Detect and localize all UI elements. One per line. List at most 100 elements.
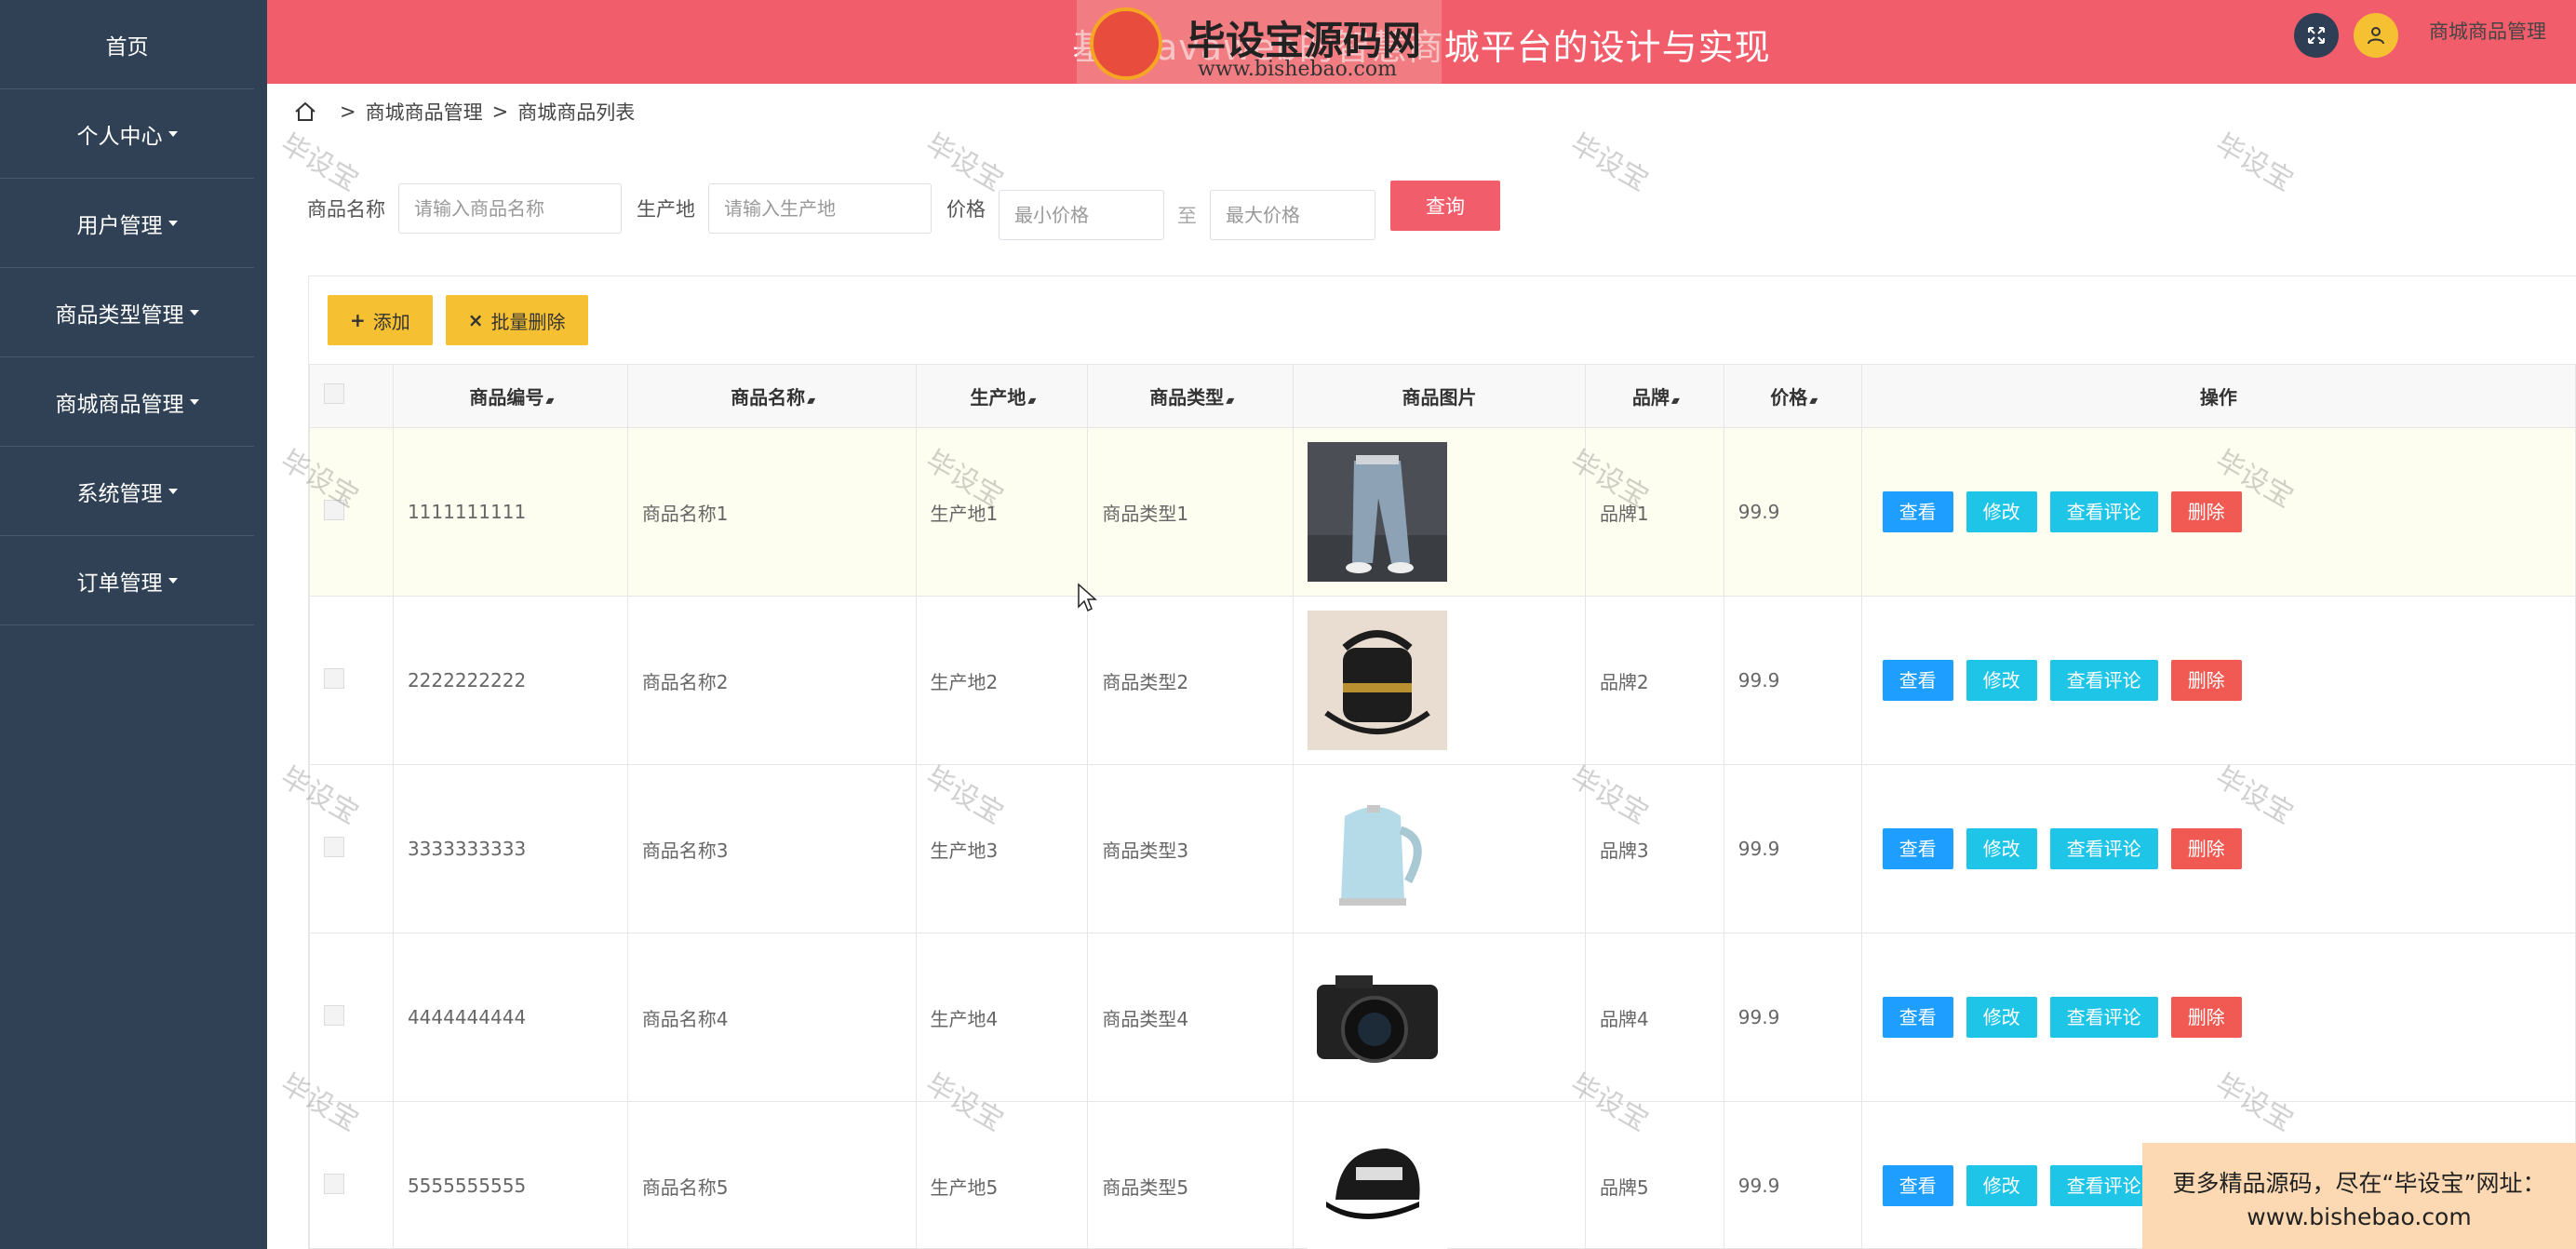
product-image-cell	[1293, 933, 1586, 1102]
close-icon: ×	[467, 309, 484, 331]
batch-delete-button[interactable]: × 批量删除	[445, 295, 588, 345]
breadcrumb-separator: >	[491, 101, 509, 123]
caret-down-icon	[189, 309, 199, 316]
table-row: 2222222222 商品名称2 生产地2 商品类型2 品牌2 99.9 查看 …	[309, 596, 2576, 765]
home-icon[interactable]	[293, 101, 317, 123]
product-price: 99.9	[1723, 1101, 1862, 1249]
sidebar-item-label: 个人中心	[76, 124, 163, 149]
view-button[interactable]: 查看	[1882, 660, 1953, 701]
watermark-seal	[1090, 7, 1162, 80]
fullscreen-button[interactable]	[2294, 13, 2339, 58]
product-code: 5555555555	[392, 1101, 628, 1249]
delete-button[interactable]: 删除	[2170, 828, 2242, 869]
watermark-logo-url: www.bishebao.com	[1198, 58, 1397, 81]
product-code: 3333333333	[392, 764, 628, 933]
product-type: 商品类型3	[1087, 764, 1295, 933]
row-select-cell	[309, 764, 394, 933]
sidebar-item-mall-product-management[interactable]: 商城商品管理	[0, 357, 254, 447]
column-header-name[interactable]: 商品名称	[626, 364, 917, 428]
table-toolbar: + 添加 × 批量删除	[328, 295, 588, 345]
product-origin: 生产地4	[915, 933, 1089, 1102]
edit-button[interactable]: 修改	[1966, 660, 2037, 701]
delete-button[interactable]: 删除	[2170, 491, 2242, 532]
product-image-cell	[1293, 596, 1586, 765]
user-icon	[2368, 27, 2384, 45]
sidebar-item-personal-center[interactable]: 个人中心	[0, 89, 254, 179]
product-name: 商品名称3	[626, 764, 917, 933]
column-header-code[interactable]: 商品编号	[392, 364, 628, 428]
delete-button[interactable]: 删除	[2170, 997, 2242, 1038]
row-select-cell	[309, 933, 394, 1102]
sidebar-item-label: 系统管理	[76, 481, 163, 506]
sidebar-item-system-management[interactable]: 系统管理	[0, 447, 254, 536]
expand-icon	[2308, 27, 2325, 44]
edit-button[interactable]: 修改	[1966, 997, 2037, 1038]
add-button[interactable]: + 添加	[328, 295, 433, 345]
breadcrumb-item[interactable]: 商城商品管理	[366, 98, 483, 126]
row-select-cell	[309, 1101, 394, 1249]
view-comments-button[interactable]: 查看评论	[2049, 997, 2158, 1038]
caret-down-icon	[168, 220, 178, 226]
query-button[interactable]: 查询	[1390, 181, 1500, 231]
view-button[interactable]: 查看	[1882, 491, 1953, 532]
product-name-label: 商品名称	[307, 198, 385, 221]
delete-button[interactable]: 删除	[2170, 660, 2242, 701]
view-comments-button[interactable]: 查看评论	[2049, 491, 2158, 532]
caret-down-icon	[168, 577, 178, 584]
product-image-cell	[1293, 764, 1586, 933]
origin-input[interactable]	[708, 183, 932, 234]
range-separator: 至	[1177, 205, 1197, 227]
min-price-input[interactable]	[999, 190, 1164, 240]
view-button[interactable]: 查看	[1882, 997, 1953, 1038]
table-row: 1111111111 商品名称1 生产地1 商品类型1 品牌1 99.9 查看 …	[309, 427, 2576, 597]
bag-image	[1308, 611, 1448, 750]
column-header-actions: 操作	[1860, 364, 2576, 428]
sidebar-item-label: 商品类型管理	[55, 302, 184, 328]
sidebar-item-user-management[interactable]: 用户管理	[0, 179, 254, 268]
actions-cell: 查看修改查看评论删除	[1860, 427, 2576, 597]
product-type: 商品类型4	[1087, 933, 1295, 1102]
row-checkbox[interactable]	[324, 836, 344, 857]
add-button-label: 添加	[372, 310, 410, 333]
row-checkbox[interactable]	[324, 1173, 344, 1194]
product-name-input[interactable]	[398, 183, 622, 234]
promo-banner[interactable]: 更多精品源码，尽在“毕设宝”网址： www.bishebao.com	[2142, 1143, 2576, 1249]
product-type: 商品类型1	[1087, 427, 1295, 597]
caret-down-icon	[168, 488, 178, 494]
product-brand: 品牌3	[1584, 764, 1724, 933]
max-price-input[interactable]	[1210, 190, 1375, 240]
price-label: 价格	[946, 198, 986, 221]
edit-button[interactable]: 修改	[1966, 491, 2037, 532]
view-button[interactable]: 查看	[1882, 828, 1953, 869]
select-all-checkbox[interactable]	[324, 383, 344, 404]
user-menu-button[interactable]	[2354, 13, 2398, 58]
sidebar-item-order-management[interactable]: 订单管理	[0, 536, 254, 625]
sidebar-item-product-type-management[interactable]: 商品类型管理	[0, 268, 254, 357]
product-name: 商品名称4	[626, 933, 917, 1102]
column-header-price[interactable]: 价格	[1723, 364, 1862, 428]
view-button[interactable]: 查看	[1882, 1165, 1953, 1206]
product-table: 商品编号 商品名称 生产地 商品类型 商品图片 品牌 价格 操作 1111111…	[309, 364, 2576, 1249]
edit-button[interactable]: 修改	[1966, 1165, 2037, 1206]
product-image-cell	[1293, 1101, 1586, 1249]
view-comments-button[interactable]: 查看评论	[2049, 660, 2158, 701]
column-header-type[interactable]: 商品类型	[1087, 364, 1295, 428]
product-name: 商品名称1	[626, 427, 917, 597]
column-header-origin[interactable]: 生产地	[915, 364, 1089, 428]
row-checkbox[interactable]	[324, 499, 344, 520]
product-name: 商品名称5	[626, 1101, 917, 1249]
product-brand: 品牌1	[1584, 427, 1724, 597]
edit-button[interactable]: 修改	[1966, 828, 2037, 869]
product-type: 商品类型5	[1087, 1101, 1295, 1249]
column-header-brand[interactable]: 品牌	[1584, 364, 1724, 428]
row-checkbox[interactable]	[324, 1004, 344, 1026]
product-list-panel: + 添加 × 批量删除 商品编号 商品名称 生产地 商品类型 商品图片 品牌 价格 …	[308, 275, 2576, 1249]
row-checkbox[interactable]	[324, 667, 344, 689]
batch-delete-label: 批量删除	[490, 310, 566, 333]
actions-cell: 查看修改查看评论删除	[1860, 933, 2576, 1102]
search-form: 商品名称 生产地 价格 至	[307, 179, 1375, 240]
pants-image	[1308, 442, 1448, 582]
product-origin: 生产地2	[915, 596, 1089, 765]
sidebar-item-home[interactable]: 首页	[0, 0, 254, 89]
view-comments-button[interactable]: 查看评论	[2049, 828, 2158, 869]
